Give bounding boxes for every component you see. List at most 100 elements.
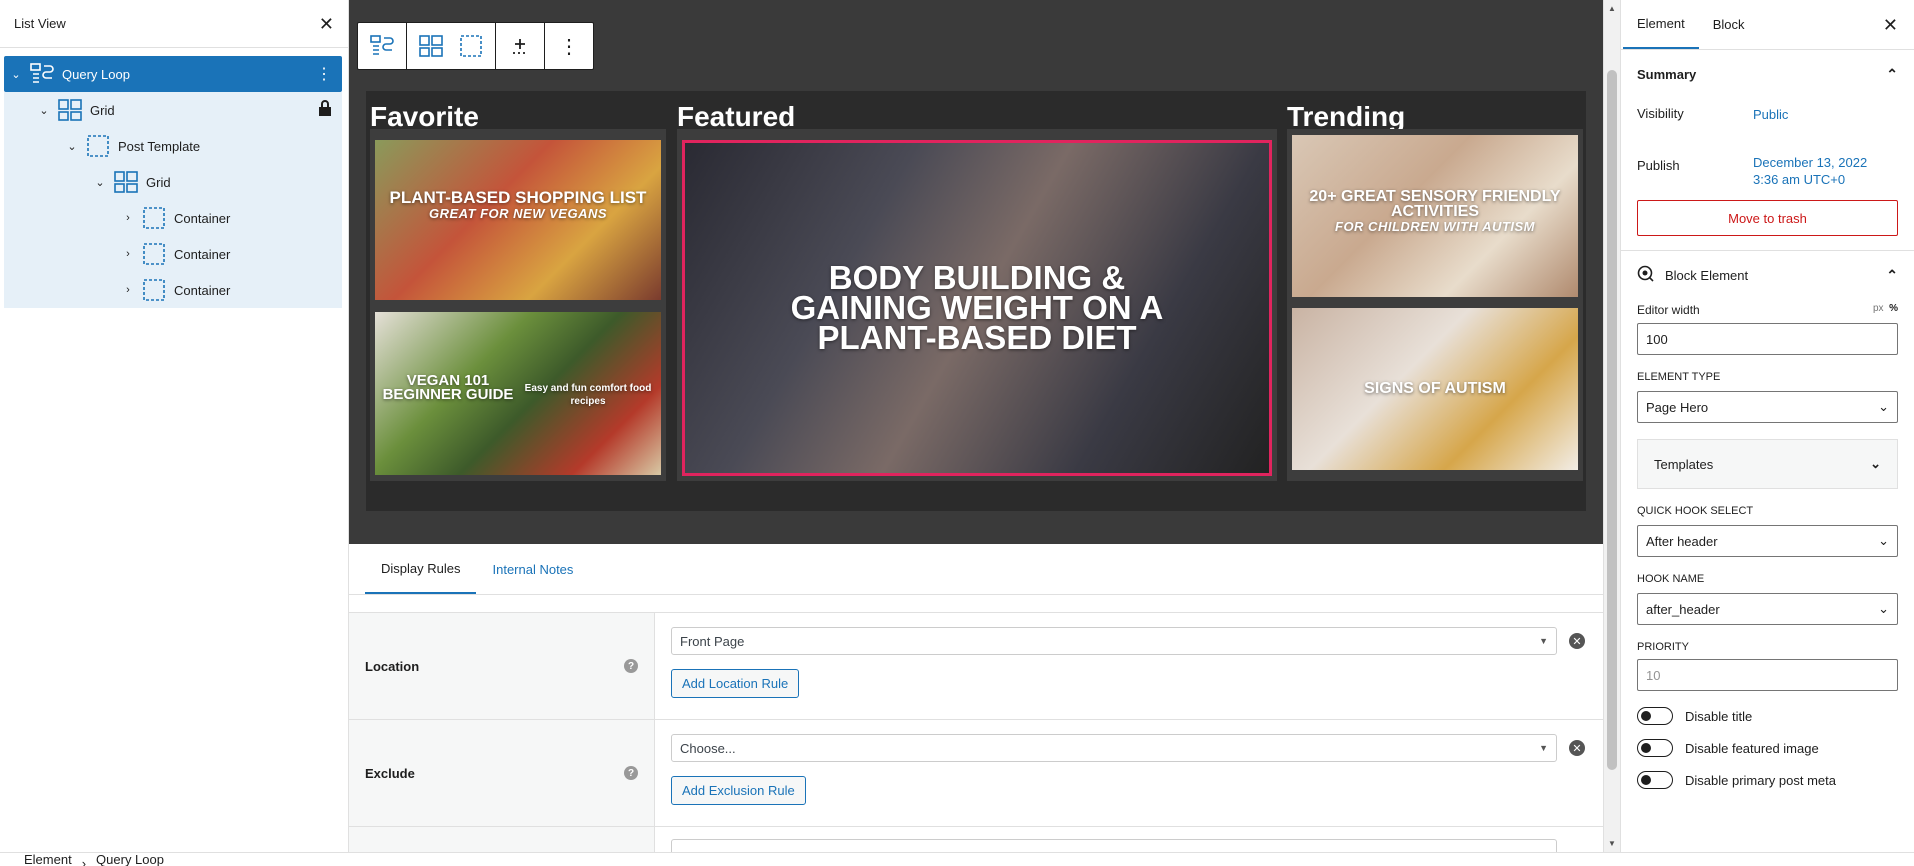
add-block-icon[interactable]	[500, 23, 540, 69]
post-title: VEGAN 101 BEGINNER GUIDE	[382, 372, 514, 403]
publish-date: December 13, 2022	[1753, 155, 1868, 170]
post-card-title: VEGAN 101 BEGINNER GUIDE	[375, 372, 521, 403]
help-icon[interactable]: ?	[624, 659, 638, 673]
post-card-image[interactable]: PLANT-BASED SHOPPING LIST GREAT FOR NEW …	[375, 140, 661, 300]
editor-width-input[interactable]: 100	[1637, 323, 1898, 355]
disable-post-meta-row: Disable primary post meta	[1637, 771, 1898, 789]
list-item-label: Query Loop	[62, 66, 130, 82]
featured-post-card[interactable]: BODY BUILDING & GAINING WEIGHT ON A PLAN…	[682, 140, 1272, 476]
post-subtitle: GREAT FOR NEW VEGANS	[428, 206, 608, 221]
chevron-down-icon[interactable]: ⌄	[8, 68, 24, 81]
query-loop-block[interactable]: Favorite Featured Trending PLANT-BASED S…	[366, 91, 1586, 511]
chevron-right-icon[interactable]: ›	[120, 212, 136, 224]
chevron-right-icon[interactable]: ›	[120, 284, 136, 296]
close-icon[interactable]: ✕	[1883, 15, 1898, 36]
list-item-container[interactable]: › Container	[4, 200, 342, 236]
unit-percent[interactable]: %	[1889, 303, 1898, 314]
more-options-icon[interactable]: ⋮	[549, 23, 589, 69]
location-select-row: Front Page ▼ ✕	[671, 627, 1587, 655]
add-location-rule-button[interactable]: Add Location Rule	[671, 669, 800, 698]
editor-canvas[interactable]: ⋮ Favorite Featured Trending PLANT-BASED…	[349, 0, 1603, 544]
tab-display-rules[interactable]: Display Rules	[365, 544, 477, 594]
grid-icon[interactable]	[411, 23, 451, 69]
list-item-container[interactable]: › Container	[4, 272, 342, 308]
list-item-label: Post Template	[118, 138, 201, 154]
remove-rule-icon[interactable]: ✕	[1569, 633, 1585, 649]
post-card-title: BODY BUILDING & GAINING WEIGHT ON A PLAN…	[685, 261, 1269, 354]
chevron-down-icon: ▼	[1539, 636, 1548, 646]
close-icon[interactable]: ✕	[319, 15, 334, 33]
post-card-image[interactable]: SIGNS OF AUTISM	[1292, 308, 1578, 470]
user-rule-select[interactable]	[671, 839, 1557, 852]
priority-label: PRIORITY	[1637, 641, 1689, 653]
list-item-container[interactable]: › Container	[4, 236, 342, 272]
post-card-image[interactable]: VEGAN 101 BEGINNER GUIDE Easy and fun co…	[375, 312, 661, 475]
breadcrumb-item[interactable]: Element	[24, 853, 72, 866]
templates-panel[interactable]: Templates ⌄	[1637, 439, 1898, 489]
list-item-label: Container	[174, 210, 231, 226]
query-loop-icon[interactable]	[362, 23, 402, 69]
scrollbar-thumb[interactable]	[1607, 70, 1617, 770]
container-icon[interactable]	[451, 23, 491, 69]
quick-hook-select[interactable]: After header ⌄	[1637, 525, 1898, 557]
publish-value[interactable]: December 13, 2022 3:36 am UTC+0	[1753, 146, 1867, 188]
list-item-label: Grid	[146, 174, 171, 190]
post-card-subtitle: Easy and fun comfort food recipes	[515, 382, 661, 408]
location-select-value: Front Page	[680, 633, 745, 649]
disable-post-meta-toggle[interactable]	[1637, 771, 1673, 789]
add-exclusion-rule-button[interactable]: Add Exclusion Rule	[671, 776, 806, 805]
exclude-select[interactable]: Choose... ▼	[671, 734, 1557, 762]
editor-width-label-row: Editor width px %	[1637, 303, 1898, 317]
hook-name-select[interactable]: after_header ⌄	[1637, 593, 1898, 625]
exclude-select-placeholder: Choose...	[680, 740, 736, 756]
list-view-panel: List View ✕ ⌄ Query Loop ⋮ ⌄ Grid ⌄ Post…	[0, 0, 349, 852]
disable-title-row: Disable title	[1637, 707, 1898, 725]
tab-internal-notes[interactable]: Internal Notes	[476, 544, 589, 594]
disable-title-toggle[interactable]	[1637, 707, 1673, 725]
tab-element[interactable]: Element	[1623, 0, 1699, 49]
summary-panel-header[interactable]: Summary ⌃	[1637, 50, 1898, 98]
list-item-post-template[interactable]: ⌄ Post Template	[4, 128, 342, 164]
scroll-down-icon[interactable]: ▼	[1608, 839, 1616, 848]
container-icon	[140, 277, 168, 303]
scroll-up-icon[interactable]: ▲	[1608, 4, 1616, 13]
disable-featured-image-toggle[interactable]	[1637, 739, 1673, 757]
chevron-up-icon: ⌃	[1886, 65, 1898, 82]
list-item-query-loop[interactable]: ⌄ Query Loop ⋮	[4, 56, 342, 92]
chevron-down-icon[interactable]: ⌄	[64, 140, 80, 153]
publish-label: Publish	[1637, 158, 1680, 173]
container-icon	[140, 205, 168, 231]
chevron-down-icon[interactable]: ⌄	[36, 104, 52, 117]
unit-px[interactable]: px	[1873, 303, 1884, 314]
publish-time: 3:36 am UTC+0	[1753, 172, 1846, 187]
editor-scrollbar[interactable]: ▲ ▼	[1603, 0, 1620, 852]
visibility-label: Visibility	[1637, 106, 1684, 121]
element-type-label: ELEMENT TYPE	[1637, 371, 1721, 383]
list-item-grid-inner[interactable]: ⌄ Grid	[4, 164, 342, 200]
more-options-icon[interactable]: ⋮	[316, 64, 332, 84]
list-view-header: List View ✕	[0, 0, 348, 48]
post-card-title: PLANT-BASED SHOPPING LIST GREAT FOR NEW …	[375, 189, 661, 222]
visibility-value[interactable]: Public	[1753, 98, 1788, 123]
move-to-trash-button[interactable]: Move to trash	[1637, 200, 1898, 236]
post-card-image[interactable]: 20+ GREAT SENSORY FRIENDLY ACTIVITIES FO…	[1292, 135, 1578, 297]
block-element-icon	[1637, 265, 1655, 286]
chevron-down-icon[interactable]: ⌄	[92, 176, 108, 189]
settings-sidebar: Element Block ✕ Summary ⌃ Visibility Pub…	[1620, 0, 1914, 852]
breadcrumb-item[interactable]: Query Loop	[96, 853, 164, 866]
location-label-text: Location	[365, 658, 420, 674]
priority-input[interactable]: 10	[1637, 659, 1898, 691]
element-type-select[interactable]: Page Hero ⌄	[1637, 391, 1898, 423]
help-icon[interactable]: ?	[624, 766, 638, 780]
element-metabox: Display Rules Internal Notes Location ? …	[349, 544, 1603, 852]
tab-block[interactable]: Block	[1699, 0, 1759, 49]
list-item-grid[interactable]: ⌄ Grid	[4, 92, 342, 128]
location-select[interactable]: Front Page ▼	[671, 627, 1557, 655]
block-element-header[interactable]: Block Element ⌃	[1637, 251, 1898, 299]
chevron-down-icon: ⌄	[1878, 601, 1889, 616]
location-field: Front Page ▼ ✕ Add Location Rule	[655, 613, 1603, 719]
hook-name-value: after_header	[1646, 601, 1720, 617]
remove-rule-icon[interactable]: ✕	[1569, 740, 1585, 756]
lock-icon	[318, 100, 332, 121]
chevron-right-icon[interactable]: ›	[120, 248, 136, 260]
